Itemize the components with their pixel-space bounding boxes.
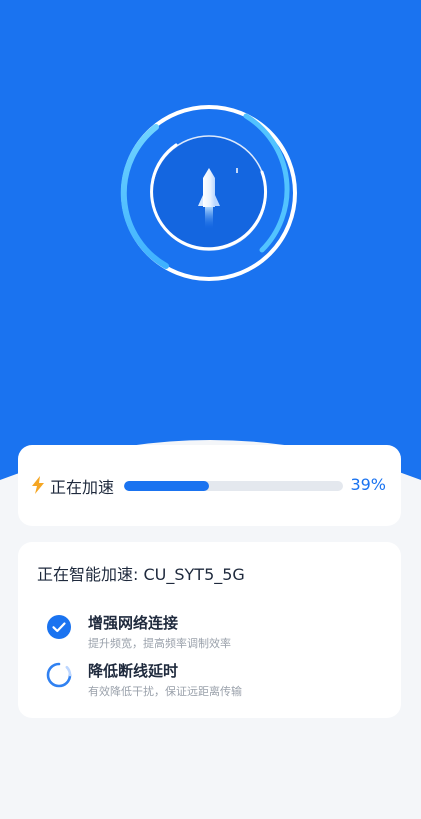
- progress-card: 正在加速 39%: [18, 445, 401, 526]
- progress-label: 正在加速: [50, 478, 115, 497]
- progress-fill: [124, 481, 210, 491]
- progress-percent: 39%: [350, 475, 386, 494]
- acceleration-screen: 正在加速 39% 正在智能加速: CU_SYT5_5G 增强网络连接 提升频宽，…: [0, 0, 421, 819]
- task-title: 降低断线延时: [88, 662, 179, 680]
- task-subtitle: 有效降低干扰，保证远距离传输: [88, 685, 242, 698]
- lightning-bolt-icon: [32, 476, 44, 494]
- hero-graphic: [0, 0, 421, 480]
- progress-track: [124, 481, 343, 491]
- spinner-icon: [46, 662, 72, 688]
- task-subtitle: 提升频宽，提高频率调制效率: [88, 637, 231, 650]
- task-title: 增强网络连接: [88, 614, 179, 632]
- status-card: 正在智能加速: CU_SYT5_5G 增强网络连接 提升频宽，提高频率调制效率 …: [18, 542, 401, 718]
- task-item-reduce-latency: 降低断线延时 有效降低干扰，保证远距离传输: [46, 660, 386, 700]
- check-circle-icon: [47, 615, 71, 639]
- hero-banner: [0, 0, 421, 520]
- task-item-enhance-connection: 增强网络连接 提升频宽，提高频率调制效率: [46, 612, 386, 652]
- status-title: 正在智能加速: CU_SYT5_5G: [37, 565, 245, 584]
